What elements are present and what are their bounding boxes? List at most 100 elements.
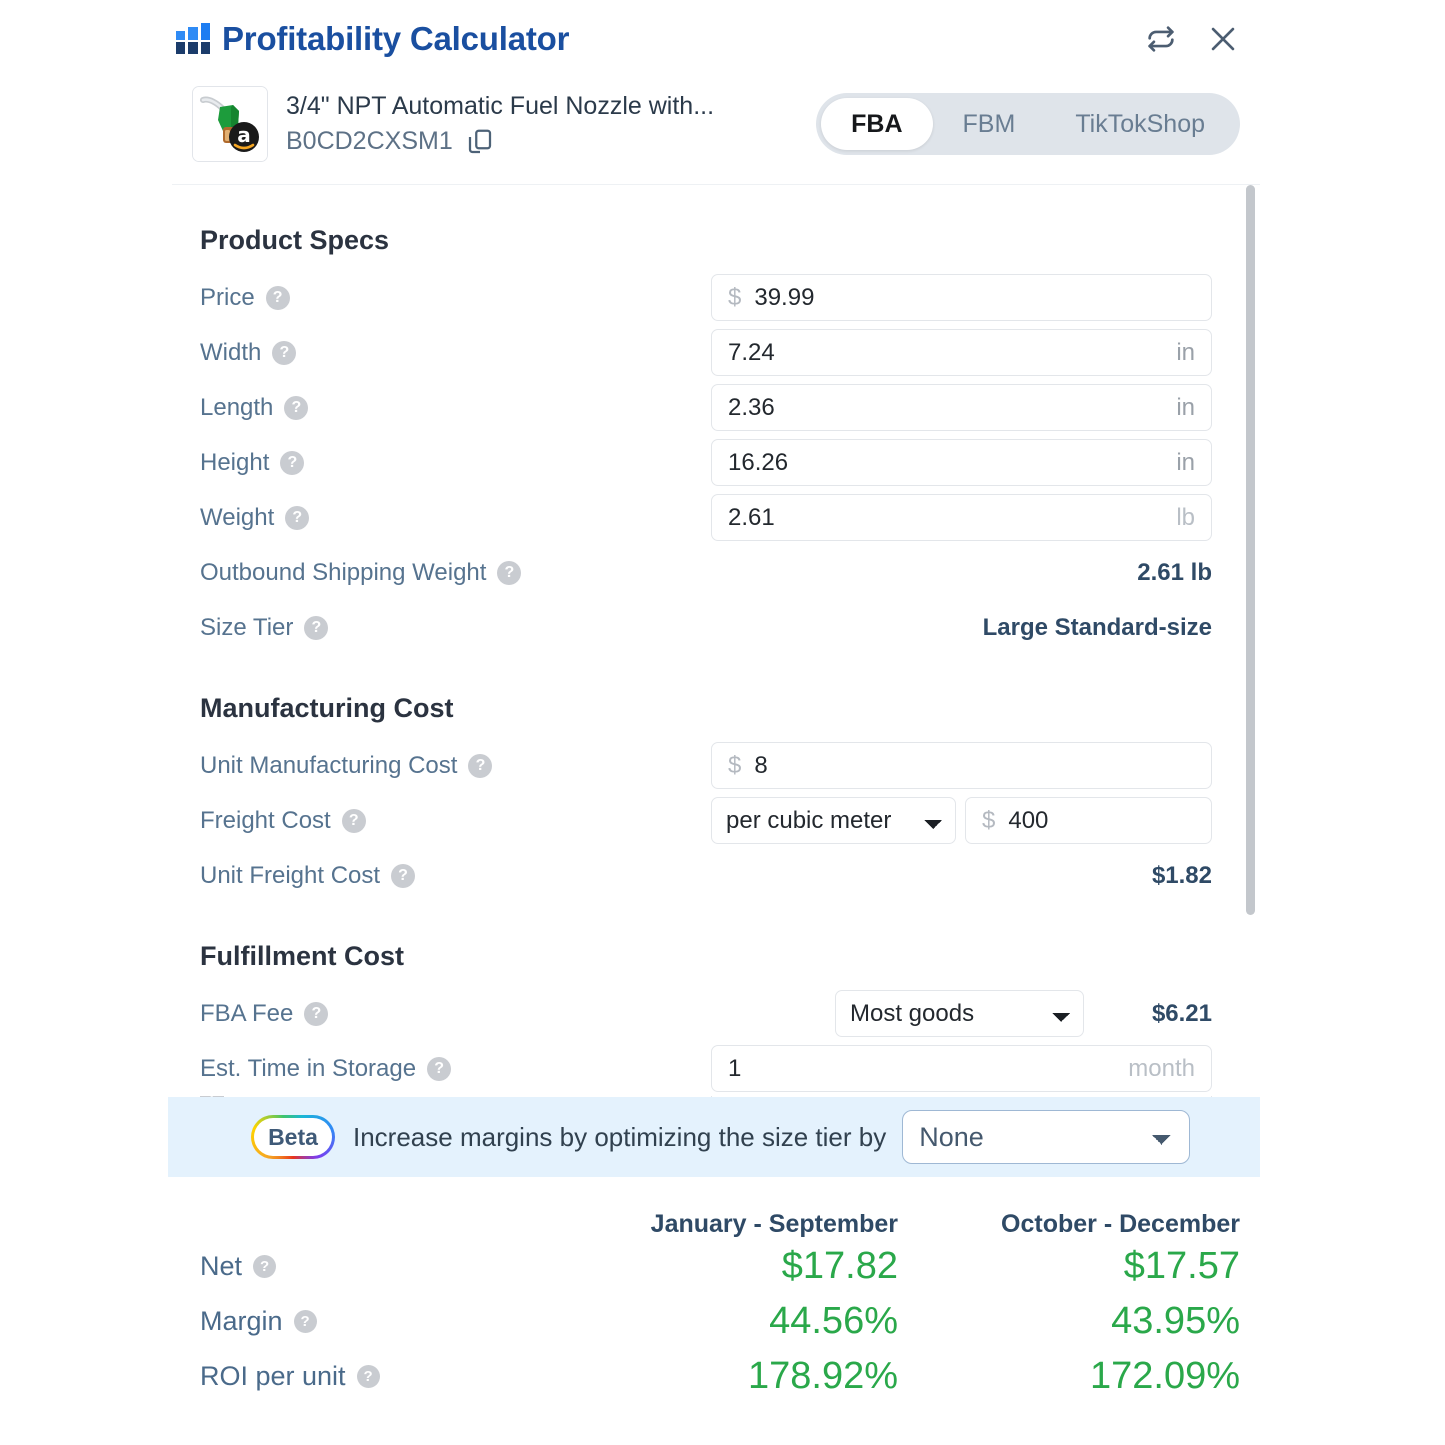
est-time-in-storage-unit: month [1128,1054,1195,1082]
unit-manufacturing-cost-value: 8 [754,751,768,779]
beta-badge[interactable]: Beta [251,1115,335,1159]
label-weight: Weight ? [200,504,310,532]
help-icon-unit-freight-cost[interactable]: ? [391,863,416,888]
close-icon[interactable] [1206,22,1240,56]
label-roi-per-unit-text: ROI per unit [200,1361,346,1391]
unit-freight-cost-value: $1.82 [1151,861,1212,889]
height-input[interactable]: 16.26 in [711,439,1212,486]
price-value: 39.99 [754,283,815,311]
help-icon-size-tier[interactable]: ? [304,615,329,640]
row-fba-fee: FBA Fee ? Most goods $6.21 [200,986,1212,1041]
label-outbound-shipping-weight: Outbound Shipping Weight ? [200,558,522,587]
section-title-fulfillment-cost: Fulfillment Cost [200,941,404,971]
roi-value-jan-sep: 178.92% [747,1355,898,1397]
freight-cost-amount-value: 400 [1008,806,1049,834]
tab-fbm[interactable]: FBM [933,98,1046,150]
row-price: Price ? $ 39.99 [200,270,1212,325]
tab-tiktokshop[interactable]: TikTokShop [1045,98,1235,150]
label-unit-manufacturing-cost-text: Unit Manufacturing Cost [200,751,458,779]
control-price: $ 39.99 [711,274,1212,321]
freight-cost-amount-input[interactable]: $ 400 [965,797,1212,844]
help-icon-height[interactable]: ? [280,450,305,475]
help-icon-outbound-shipping-weight[interactable]: ? [497,560,522,585]
clipped-row-content: ? [200,1096,1212,1097]
product-asin: B0CD2CXSM1 [286,127,453,155]
control-freight-cost: per cubic meter $ 400 [711,797,1212,844]
label-fba-fee: FBA Fee ? [200,999,329,1028]
results-header-row: January - September October - December [200,1177,1240,1239]
label-length-text: Length [200,393,274,421]
tab-fba[interactable]: FBA [821,98,933,150]
label-width-text: Width [200,338,262,366]
label-height-text: Height [200,448,270,476]
product-asin-row: B0CD2CXSM1 [286,127,714,157]
label-margin: Margin ? [200,1306,556,1337]
refresh-icon[interactable] [1144,22,1178,56]
label-width: Width ? [200,338,297,367]
beta-badge-label: Beta [254,1118,332,1156]
length-unit: in [1176,393,1195,421]
help-icon-unit-manufacturing-cost[interactable]: ? [468,753,493,778]
control-height: 16.26 in [711,439,1212,486]
width-input[interactable]: 7.24 in [711,329,1212,376]
currency-symbol: $ [728,751,742,779]
titlebar-actions [1144,22,1240,56]
margin-value-jan-sep: 44.56% [769,1300,898,1342]
row-weight: Weight ? 2.61 lb [200,490,1212,545]
help-icon-net[interactable]: ? [253,1255,277,1278]
help-icon-price[interactable]: ? [265,285,290,310]
channel-tabs: FBA FBM TikTokShop [816,93,1240,155]
results-row-net: Net ? $17.82 $17.57 [200,1239,1240,1294]
size-tier-optimizer-select[interactable]: None [902,1110,1191,1164]
help-icon-freight-cost[interactable]: ? [341,808,366,833]
help-icon-margin[interactable]: ? [293,1310,317,1333]
control-fba-fee: Most goods $6.21 [835,990,1212,1037]
label-freight-cost: Freight Cost ? [200,807,366,835]
row-unit-manufacturing-cost: Unit Manufacturing Cost ? $ 8 [200,738,1212,793]
section-title-manufacturing-cost: Manufacturing Cost [200,693,454,723]
height-unit: in [1176,448,1195,476]
label-fba-fee-text: FBA Fee [200,999,294,1027]
label-outbound-shipping-weight-text: Outbound Shipping Weight [200,558,487,586]
help-icon-weight[interactable]: ? [285,505,310,530]
section-title-product-specs: Product Specs [200,225,390,255]
help-icon-clipped[interactable]: ? [200,1096,224,1097]
length-input[interactable]: 2.36 in [711,384,1212,431]
length-value: 2.36 [728,393,775,421]
label-net-text: Net [200,1251,243,1281]
row-size-tier: Size Tier ? Large Standard-size [200,600,1212,655]
product-title: 3/4" NPT Automatic Fuel Nozzle with... [286,91,715,120]
fba-fee-category-select[interactable]: Most goods [835,990,1084,1037]
label-clipped: ? [200,1096,224,1097]
control-width: 7.24 in [711,329,1212,376]
help-icon-roi-per-unit[interactable]: ? [356,1365,380,1388]
fba-fee-value: $6.21 [1151,999,1212,1027]
weight-input[interactable]: 2.61 lb [711,494,1212,541]
results-row-margin: Margin ? 44.56% 43.95% [200,1294,1240,1349]
label-price-text: Price [200,283,255,311]
copy-icon[interactable] [465,127,495,157]
help-icon-length[interactable]: ? [284,395,309,420]
help-icon-width[interactable]: ? [272,340,297,365]
row-width: Width ? 7.24 in [200,325,1212,380]
freight-cost-mode-select[interactable]: per cubic meter [711,797,956,844]
help-icon-fba-fee[interactable]: ? [304,1001,329,1026]
label-unit-freight-cost: Unit Freight Cost ? [200,862,416,890]
label-margin-text: Margin [200,1306,283,1336]
net-value-jan-sep: $17.82 [781,1245,898,1287]
unit-manufacturing-cost-input[interactable]: $ 8 [711,742,1212,789]
svg-text:a: a [237,123,251,147]
control-length: 2.36 in [711,384,1212,431]
price-input[interactable]: $ 39.99 [711,274,1212,321]
help-icon-est-time-in-storage[interactable]: ? [427,1056,452,1081]
est-time-in-storage-input[interactable]: 1 month [711,1045,1212,1092]
label-height: Height ? [200,448,305,477]
label-est-time-in-storage: Est. Time in Storage ? [200,1055,452,1083]
clipped-input[interactable] [711,1096,1212,1097]
weight-unit: lb [1176,503,1195,531]
row-unit-freight-cost: Unit Freight Cost ? $1.82 [200,848,1212,903]
scrollbar-thumb[interactable] [1246,185,1255,915]
row-est-time-in-storage: Est. Time in Storage ? 1 month [200,1041,1212,1096]
est-time-in-storage-value: 1 [728,1054,742,1082]
product-thumbnail[interactable]: a [192,86,268,162]
